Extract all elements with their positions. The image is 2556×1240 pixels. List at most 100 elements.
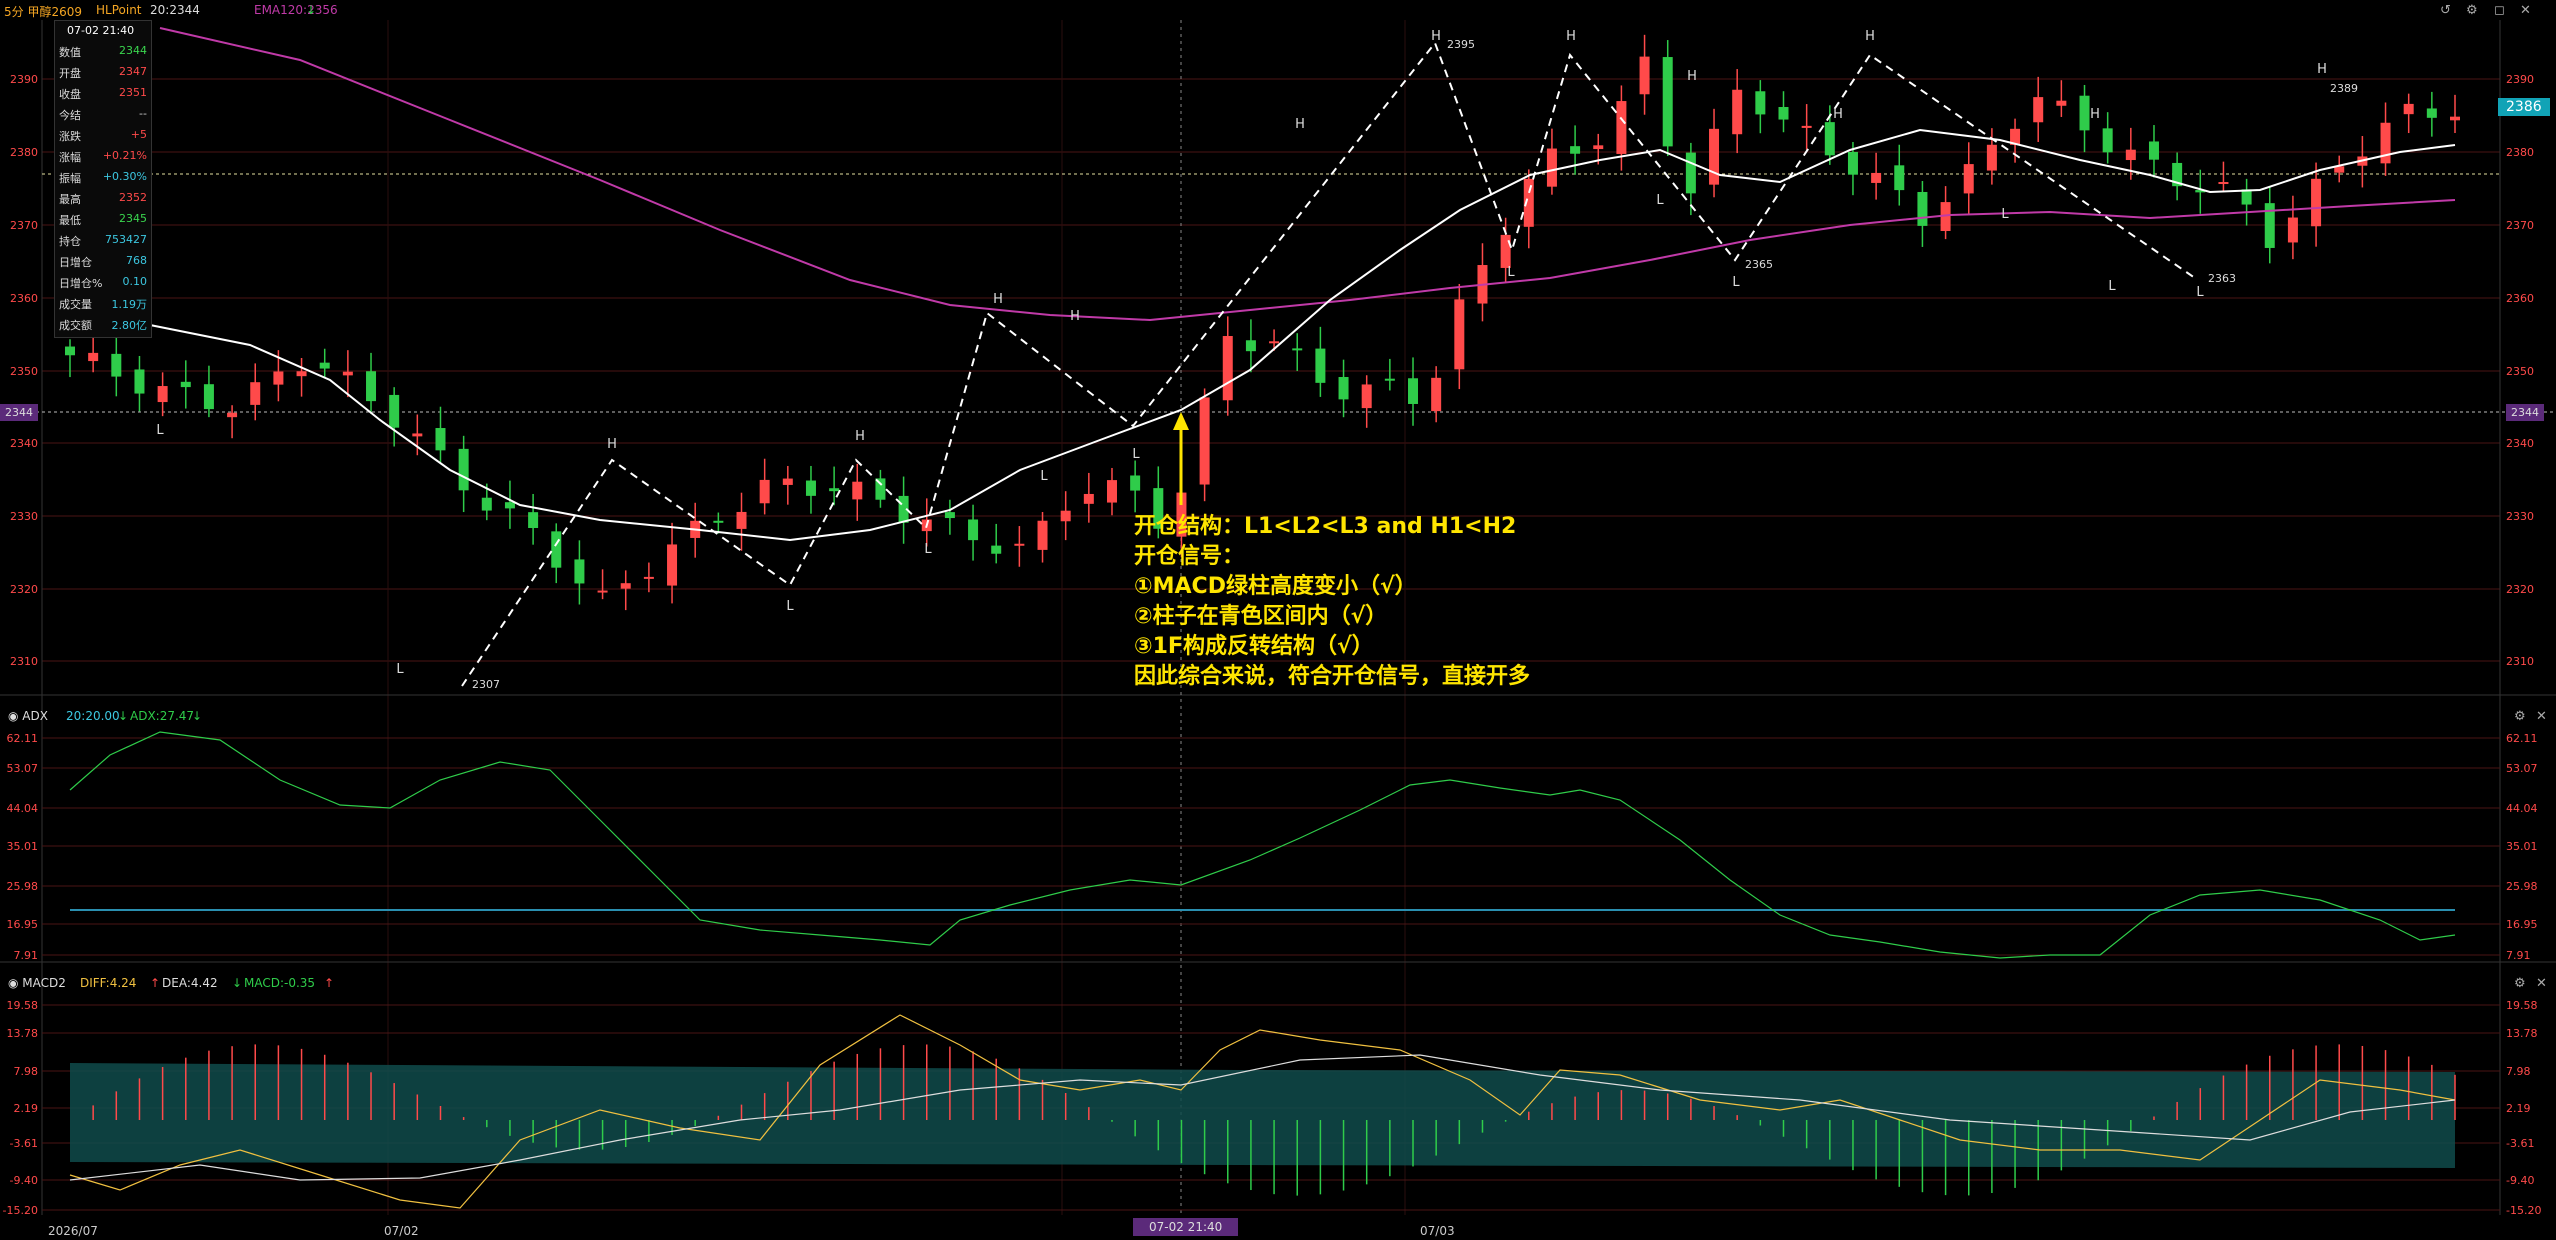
- price-tick-right: 2350: [2506, 365, 2534, 378]
- candle-body: [1963, 164, 1974, 194]
- candle-body: [2148, 141, 2159, 160]
- candle-body: [1662, 57, 1673, 147]
- info-row: 涨跌 +5: [59, 125, 147, 145]
- candle-body: [2125, 149, 2136, 161]
- price-tick-left: 2320: [10, 583, 38, 596]
- info-row: 最高 2352: [59, 188, 147, 208]
- adx-name: ADX: [22, 709, 48, 723]
- close-icon[interactable]: ✕: [2520, 3, 2531, 18]
- high-price-label: 2395: [1447, 38, 1475, 51]
- candle-body: [2426, 108, 2437, 118]
- candle-body: [88, 352, 99, 362]
- high-label: H: [855, 429, 865, 444]
- info-row: 数值 2344: [59, 41, 147, 61]
- time-label-2: 07/02: [384, 1224, 419, 1238]
- undo-icon[interactable]: ↺: [2440, 3, 2451, 18]
- candle-body: [1454, 299, 1465, 370]
- arrow-up-icon: [1173, 412, 1189, 430]
- info-row: 收盘 2351: [59, 83, 147, 103]
- candle-body: [713, 520, 724, 523]
- candle-body: [574, 559, 585, 584]
- high-label: H: [2090, 107, 2100, 122]
- macd-tick-right: -9.40: [2506, 1174, 2534, 1187]
- candle-body: [435, 428, 446, 451]
- price-tick-right: 2370: [2506, 219, 2534, 232]
- info-value: 1.19万: [111, 298, 148, 311]
- info-row: 成交量 1.19万: [59, 293, 147, 313]
- candle-body: [458, 448, 469, 491]
- price-tick-left: 2390: [10, 73, 38, 86]
- macd-tick-left: -9.40: [10, 1174, 38, 1187]
- adx-tick-right: 62.11: [2506, 732, 2538, 745]
- candle-body: [366, 371, 377, 402]
- macd-tick-left: -15.20: [3, 1204, 38, 1217]
- low-label: L: [1732, 275, 1740, 290]
- low-label: L: [156, 423, 164, 438]
- candle-body: [1801, 125, 1812, 128]
- info-row: 今结 --: [59, 104, 147, 124]
- low-price-label: 2307: [472, 678, 500, 691]
- info-key: 日增仓: [59, 256, 92, 269]
- candle-body: [1732, 89, 1743, 135]
- info-key: 涨跌: [59, 130, 81, 143]
- candle-body: [1338, 377, 1349, 400]
- info-value: 2344: [119, 44, 147, 57]
- macd-tick-left: 13.78: [7, 1027, 39, 1040]
- close-icon[interactable]: ✕: [2536, 976, 2547, 991]
- candle-body: [1500, 234, 1511, 268]
- fullscreen-icon[interactable]: ◻: [2494, 3, 2505, 18]
- info-row: 日增仓% 0.10: [59, 272, 147, 292]
- teal-band: [70, 1063, 2455, 1168]
- adx-tick-right: 16.95: [2506, 918, 2538, 931]
- low-label: L: [1132, 447, 1140, 462]
- candle-body: [1593, 145, 1604, 150]
- price-tick-left: 2360: [10, 292, 38, 305]
- candle-body: [736, 511, 747, 529]
- candle-body: [782, 478, 793, 485]
- candle-body: [620, 583, 631, 589]
- macd-title: ◉ MACD2: [8, 976, 66, 990]
- candle-body: [1037, 520, 1048, 550]
- candle-body: [342, 371, 353, 376]
- current-price-tag: 2386: [2498, 98, 2550, 116]
- candle-body: [1245, 340, 1256, 352]
- candle-body: [203, 384, 214, 410]
- candle-body: [1685, 152, 1696, 194]
- info-value: 768: [126, 254, 147, 267]
- candle-body: [968, 519, 979, 541]
- down-arrow-icon: ↓: [306, 3, 317, 17]
- info-value: 2345: [119, 212, 147, 225]
- close-icon[interactable]: ✕: [2536, 709, 2547, 724]
- info-value: 2352: [119, 191, 147, 204]
- macd-dea-label: DEA:4.42: [162, 976, 218, 990]
- info-value: 2347: [119, 65, 147, 78]
- info-key: 涨幅: [59, 151, 81, 164]
- candle-body: [944, 512, 955, 519]
- settings-icon[interactable]: ⚙: [2514, 709, 2526, 724]
- high-label: H: [1566, 29, 1576, 44]
- macd-tick-left: 2.19: [14, 1102, 39, 1115]
- price-tick-right: 2320: [2506, 583, 2534, 596]
- candle-body: [1917, 191, 1928, 226]
- low-label: L: [786, 599, 794, 614]
- macd-tick-left: -3.61: [10, 1137, 38, 1150]
- adx-tick-left: 44.04: [7, 802, 39, 815]
- candle-body: [1083, 493, 1094, 504]
- settings-icon[interactable]: ⚙: [2466, 3, 2478, 18]
- macd-tick-right: 2.19: [2506, 1102, 2531, 1115]
- settings-icon[interactable]: ⚙: [2514, 976, 2526, 991]
- candle-body: [134, 369, 145, 394]
- cursor-price-tag-left: 2344: [0, 404, 38, 421]
- candle-body: [1060, 510, 1071, 522]
- contract-title[interactable]: 5分 甲醇2609: [4, 3, 82, 20]
- info-value: +0.21%: [102, 149, 147, 162]
- price-tick-left: 2380: [10, 146, 38, 159]
- annotation-line-2: 开仓信号：: [1134, 544, 1245, 569]
- info-key: 持仓: [59, 235, 81, 248]
- candle-body: [2311, 178, 2322, 227]
- macd-tick-left: 19.58: [7, 999, 39, 1012]
- candle-body: [250, 382, 261, 405]
- candle-body: [597, 590, 608, 593]
- down-arrow-icon: ↓: [192, 709, 203, 723]
- time-label-3: 07/03: [1420, 1224, 1455, 1238]
